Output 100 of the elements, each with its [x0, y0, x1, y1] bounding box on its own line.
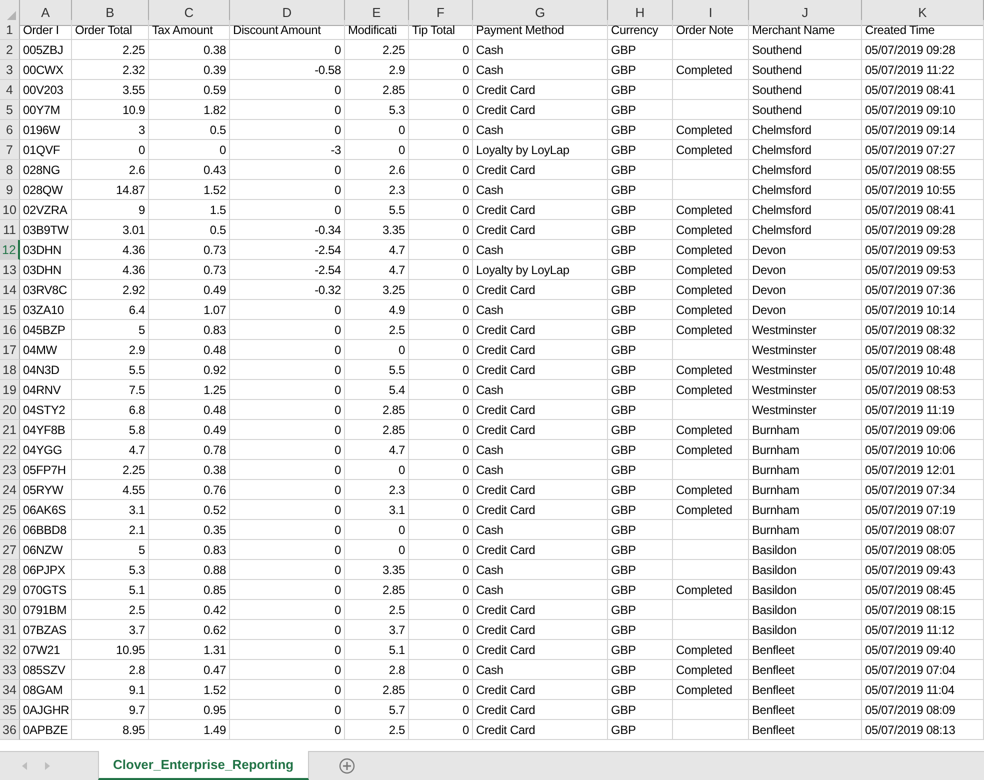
row-number[interactable]: 1	[0, 20, 20, 40]
row-number[interactable]: 12	[0, 240, 20, 260]
column-header[interactable]: I	[673, 0, 749, 26]
scroll-right-icon[interactable]	[45, 762, 50, 770]
column-header[interactable]: E	[345, 0, 409, 26]
table-cell: 5.3	[72, 560, 149, 580]
row-number[interactable]: 23	[0, 460, 20, 480]
row-number[interactable]: 27	[0, 540, 20, 560]
row-number[interactable]: 26	[0, 520, 20, 540]
row-number[interactable]: 14	[0, 280, 20, 300]
column-header[interactable]: G	[473, 0, 608, 26]
table-cell: Credit Card	[473, 320, 608, 340]
table-cell: 6.8	[72, 400, 149, 420]
row-number[interactable]: 24	[0, 480, 20, 500]
table-cell: 0	[409, 440, 473, 460]
table-cell: Completed	[673, 580, 749, 600]
table-cell: 05/07/2019 11:12	[862, 620, 984, 640]
table-cell: 03ZA10	[20, 300, 72, 320]
column-header[interactable]: H	[608, 0, 673, 26]
table-cell: 0	[409, 460, 473, 480]
table-cell: 08GAM	[20, 680, 72, 700]
column-header[interactable]: A	[20, 0, 72, 26]
row-number[interactable]: 2	[0, 40, 20, 60]
table-cell: Completed	[673, 60, 749, 80]
column-header[interactable]: K	[862, 0, 984, 26]
table-cell: 05/07/2019 09:40	[862, 640, 984, 660]
column-header[interactable]: C	[149, 0, 230, 26]
table-cell: 0	[409, 680, 473, 700]
table-cell: GBP	[608, 680, 673, 700]
table-cell: Merchant Name	[749, 20, 862, 40]
table-cell: Credit Card	[473, 700, 608, 720]
row-number[interactable]: 29	[0, 580, 20, 600]
table-cell: 0.52	[149, 500, 230, 520]
row-number[interactable]: 18	[0, 360, 20, 380]
table-cell: 05/07/2019 09:28	[862, 220, 984, 240]
table-cell: 5	[72, 320, 149, 340]
row-number[interactable]: 17	[0, 340, 20, 360]
table-cell: 0	[409, 300, 473, 320]
row-number[interactable]: 3	[0, 60, 20, 80]
table-cell: 05FP7H	[20, 460, 72, 480]
row-number[interactable]: 28	[0, 560, 20, 580]
row-number[interactable]: 15	[0, 300, 20, 320]
row-number[interactable]: 9	[0, 180, 20, 200]
row-number[interactable]: 30	[0, 600, 20, 620]
row-number[interactable]: 20	[0, 400, 20, 420]
table-cell: 0	[409, 580, 473, 600]
table-cell: Devon	[749, 280, 862, 300]
table-cell: 2.5	[345, 600, 409, 620]
row-number[interactable]: 25	[0, 500, 20, 520]
scroll-left-icon[interactable]	[22, 762, 27, 770]
table-cell: 05/07/2019 10:14	[862, 300, 984, 320]
table-cell: Cash	[473, 460, 608, 480]
table-cell: 04STY2	[20, 400, 72, 420]
table-cell: 0196W	[20, 120, 72, 140]
sheet-tab[interactable]: Clover_Enterprise_Reporting	[98, 751, 309, 780]
table-cell: 0	[409, 660, 473, 680]
row-number[interactable]: 11	[0, 220, 20, 240]
table-cell: Westminster	[749, 400, 862, 420]
row-number[interactable]: 8	[0, 160, 20, 180]
table-cell: 0.59	[149, 80, 230, 100]
plus-icon	[338, 758, 355, 774]
row-number[interactable]: 22	[0, 440, 20, 460]
table-cell: Westminster	[749, 380, 862, 400]
table-cell: 3.7	[72, 620, 149, 640]
row-number[interactable]: 35	[0, 700, 20, 720]
table-cell: 02VZRA	[20, 200, 72, 220]
column-header[interactable]: D	[230, 0, 345, 26]
table-cell: 3.7	[345, 620, 409, 640]
table-cell: 4.7	[345, 260, 409, 280]
table-cell: 4.7	[345, 440, 409, 460]
table-cell: 5.3	[345, 100, 409, 120]
table-cell: -2.54	[230, 260, 345, 280]
column-header[interactable]: J	[749, 0, 862, 26]
row-number[interactable]: 10	[0, 200, 20, 220]
row-number[interactable]: 7	[0, 140, 20, 160]
row-number[interactable]: 32	[0, 640, 20, 660]
row-number[interactable]: 13	[0, 260, 20, 280]
table-cell: 1.07	[149, 300, 230, 320]
table-cell: GBP	[608, 440, 673, 460]
row-number[interactable]: 21	[0, 420, 20, 440]
table-cell: 05/07/2019 08:48	[862, 340, 984, 360]
row-number[interactable]: 19	[0, 380, 20, 400]
column-header[interactable]: B	[72, 0, 149, 26]
table-cell: 04RNV	[20, 380, 72, 400]
row-number[interactable]: 33	[0, 660, 20, 680]
table-cell: 2.85	[345, 80, 409, 100]
table-cell: Completed	[673, 380, 749, 400]
table-cell: 05/07/2019 09:53	[862, 260, 984, 280]
table-cell: 10.9	[72, 100, 149, 120]
row-number[interactable]: 5	[0, 100, 20, 120]
table-cell: 0	[409, 340, 473, 360]
row-number[interactable]: 36	[0, 720, 20, 740]
column-header[interactable]: F	[409, 0, 473, 26]
table-cell: 2.32	[72, 60, 149, 80]
row-number[interactable]: 16	[0, 320, 20, 340]
row-number[interactable]: 4	[0, 80, 20, 100]
row-number[interactable]: 31	[0, 620, 20, 640]
table-cell: 0	[409, 520, 473, 540]
row-number[interactable]: 34	[0, 680, 20, 700]
row-number[interactable]: 6	[0, 120, 20, 140]
